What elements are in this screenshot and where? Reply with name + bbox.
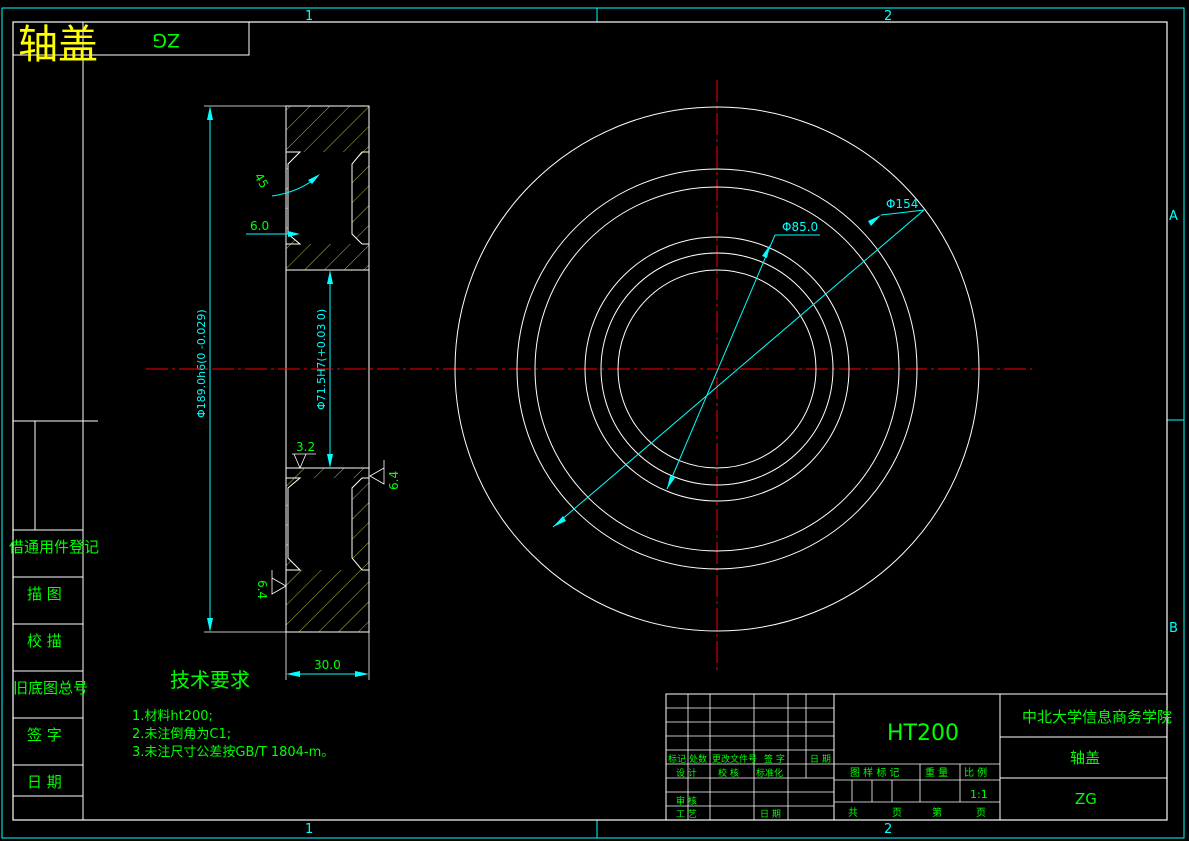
large-diameter-label: Φ154 bbox=[886, 197, 918, 211]
left-registration-panel: 借通用件登记 描 图 校 描 旧底图总号 签 字 日 期 bbox=[9, 420, 99, 797]
tech-req-item: 1.材料ht200; bbox=[132, 709, 213, 724]
header-date: 日 期 bbox=[810, 754, 831, 765]
technical-requirements: 技术要求 1.材料ht200; 2.未注倒角为C1; 3.未注尺寸公差按GB/T… bbox=[132, 668, 334, 760]
title-block: HT200 中北大学信息商务学院 轴盖 ZG 标记 处数 更改文件号 签 字 日… bbox=[665, 693, 1172, 821]
section-view: Φ189.0h6(0 -0.029) Φ71.5H7(+0.03 0) 45 6… bbox=[195, 105, 401, 680]
tech-req-heading: 技术要求 bbox=[170, 668, 250, 692]
total-label: 共 bbox=[848, 807, 858, 819]
roughness-label-3: 6.4 bbox=[255, 580, 269, 599]
zone-label-bottom-1: 1 bbox=[305, 822, 313, 837]
left-panel-label: 签 字 bbox=[27, 726, 62, 744]
roughness-label-1: 3.2 bbox=[296, 440, 315, 454]
zone-label-top-1: 1 bbox=[305, 9, 313, 24]
part-name-large: 轴盖 bbox=[18, 22, 98, 68]
role-design: 设 计 bbox=[676, 767, 697, 779]
role-process: 工 艺 bbox=[676, 809, 697, 820]
groove-left-upper bbox=[286, 151, 302, 245]
groove-left-lower bbox=[286, 477, 302, 571]
width-label: 30.0 bbox=[314, 658, 341, 672]
section-hatch-upper bbox=[286, 106, 369, 270]
scale-value: 1:1 bbox=[970, 788, 988, 801]
institution-label: 中北大学信息商务学院 bbox=[1022, 708, 1172, 726]
page-label: 页 bbox=[892, 807, 902, 819]
zone-label-right-a: A bbox=[1169, 209, 1178, 224]
bore-diameter-label: Φ71.5H7(+0.03 0) bbox=[315, 309, 328, 410]
small-diameter-leader bbox=[666, 234, 776, 490]
roughness-label-2: 6.4 bbox=[387, 471, 401, 490]
small-diameter-label: Φ85.0 bbox=[782, 220, 818, 234]
stage-mark-label: 图 样 标 记 bbox=[850, 766, 900, 779]
cad-drawing: 1 2 1 2 A B 轴盖 ZG 借通用件登记 描 图 校 描 旧底图总号 签… bbox=[1, 7, 1185, 839]
header-count: 处数 bbox=[689, 753, 707, 765]
roughness-symbol-1 bbox=[293, 453, 307, 470]
header-signature: 签 字 bbox=[764, 753, 785, 765]
left-panel-label: 借通用件登记 bbox=[9, 538, 99, 556]
role-standard: 标准化 bbox=[756, 767, 783, 779]
left-panel-label: 描 图 bbox=[27, 585, 62, 603]
weight-label: 重 量 bbox=[925, 766, 948, 779]
chamfer-label: 45 bbox=[251, 171, 271, 191]
header-change-doc: 更改文件号 bbox=[712, 753, 757, 765]
material-label: HT200 bbox=[887, 721, 959, 746]
zone-label-bottom-2: 2 bbox=[884, 822, 892, 837]
drawing-name-label: 轴盖 bbox=[1070, 749, 1100, 767]
left-panel-label: 校 描 bbox=[27, 632, 62, 650]
front-view: Φ154 Φ85.0 bbox=[146, 80, 1032, 672]
tech-req-item: 2.未注倒角为C1; bbox=[132, 727, 231, 742]
tech-req-item: 3.未注尺寸公差按GB/T 1804-m。 bbox=[132, 745, 334, 760]
roughness-symbol-2 bbox=[369, 460, 385, 485]
groove-depth-label: 6.0 bbox=[250, 219, 269, 233]
sheet-page-label: 页 bbox=[976, 807, 986, 819]
scale-label: 比 例 bbox=[964, 766, 987, 779]
code-mirrored: ZG bbox=[152, 29, 180, 51]
sheet-label: 第 bbox=[932, 806, 942, 819]
zone-label-right-b: B bbox=[1169, 621, 1178, 636]
role-review: 审 核 bbox=[676, 795, 697, 807]
left-panel-label: 日 期 bbox=[27, 773, 62, 791]
section-hatch-lower bbox=[286, 468, 369, 632]
header-mark: 标记 bbox=[668, 753, 686, 765]
drawing-frame bbox=[12, 21, 1168, 821]
roughness-symbol-3 bbox=[271, 570, 287, 595]
zone-label-top-2: 2 bbox=[884, 9, 892, 24]
outer-diameter-label: Φ189.0h6(0 -0.029) bbox=[195, 309, 208, 418]
role-date: 日 期 bbox=[760, 809, 781, 820]
role-check: 校 核 bbox=[718, 767, 739, 779]
drawing-code-label: ZG bbox=[1075, 790, 1097, 808]
left-panel-label: 旧底图总号 bbox=[13, 679, 88, 697]
